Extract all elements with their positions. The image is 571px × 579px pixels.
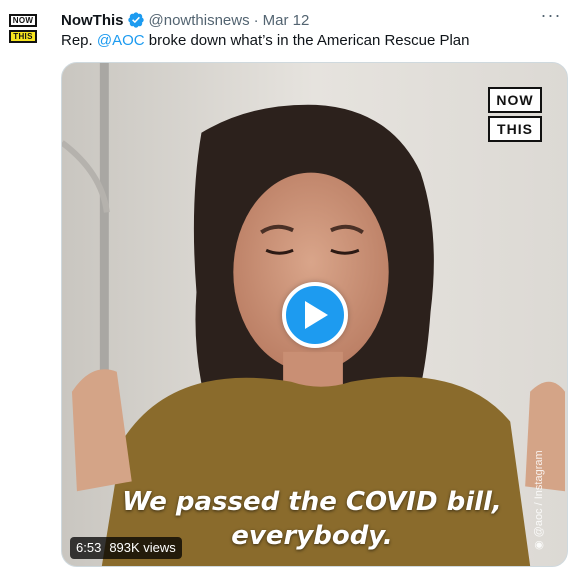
video-duration: 6:53 (76, 540, 102, 555)
watermark-bottom: THIS (488, 116, 542, 142)
play-button[interactable] (282, 282, 348, 348)
video-meta-badge: 6:53 893K views (70, 537, 182, 559)
view-count: 893K views (109, 540, 176, 555)
author-handle[interactable]: @nowthisnews (149, 12, 250, 29)
more-options-icon[interactable]: ··· (539, 6, 563, 28)
author-name[interactable]: NowThis (61, 12, 124, 29)
mention-link[interactable]: @AOC (97, 32, 145, 49)
avatar-logo-bottom: THIS (9, 30, 37, 43)
caption-line: We passed the COVID bill, (122, 487, 502, 517)
tweet-text: Rep. @AOC broke down what’s in the Ameri… (61, 31, 470, 51)
separator-dot: · (253, 11, 259, 29)
credit-text: ◉ @aoc / Instagram (533, 450, 545, 550)
tweet-date[interactable]: Mar 12 (263, 12, 310, 29)
verified-badge-icon (127, 12, 144, 28)
tweet-card[interactable]: NOW THIS NowThis @nowthisnews · Mar 12 ·… (0, 0, 571, 579)
avatar-logo-top: NOW (9, 14, 37, 27)
video-player[interactable]: NOW THIS We passed the COVID bill, every… (61, 62, 568, 567)
tweet-text-prefix: Rep. (61, 32, 97, 49)
watermark-top: NOW (488, 87, 542, 113)
tweet-text-suffix: broke down what’s in the American Rescue… (144, 32, 470, 49)
avatar[interactable]: NOW THIS (9, 14, 43, 50)
play-icon (305, 301, 328, 329)
nowthis-watermark: NOW THIS (488, 87, 542, 142)
tweet-header: NowThis @nowthisnews · Mar 12 (61, 10, 309, 30)
